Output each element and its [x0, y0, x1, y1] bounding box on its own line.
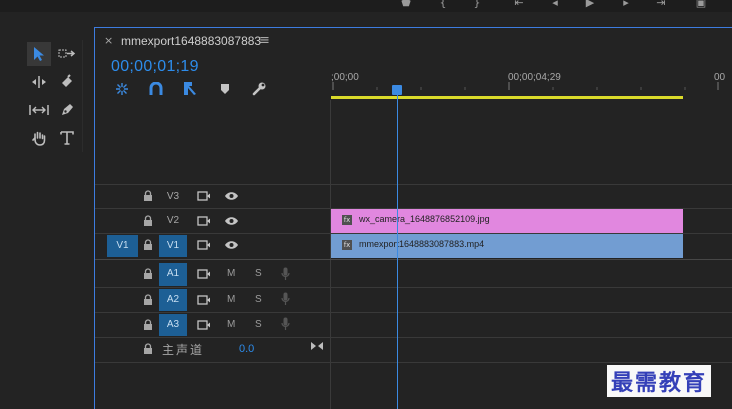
lock-icon[interactable] [143, 319, 153, 331]
panel-menu-icon[interactable]: ≡ [259, 33, 270, 48]
microphone-icon[interactable] [281, 317, 290, 331]
go-to-master-icon[interactable] [310, 341, 324, 351]
eye-icon[interactable] [224, 240, 239, 250]
type-tool[interactable] [55, 126, 79, 150]
clip-name: mmexport1648883087883.mp4 [359, 239, 485, 249]
lock-icon[interactable] [143, 215, 153, 227]
slip-tool[interactable] [27, 98, 51, 122]
hand-tool[interactable] [27, 126, 51, 150]
mark-in-icon[interactable]: { [436, 0, 450, 10]
lock-icon[interactable] [143, 239, 153, 251]
microphone-icon[interactable] [281, 267, 290, 281]
nest-icon[interactable] [115, 82, 129, 96]
linked-selection-icon[interactable] [183, 81, 199, 96]
track-target-a1[interactable]: A1 [159, 263, 187, 286]
eye-icon[interactable] [224, 191, 239, 201]
playhead-timecode[interactable]: 00;00;01;19 [111, 58, 199, 76]
tools-panel [22, 40, 83, 152]
program-monitor-controls: ⬟ { } ⇤ ◂ ▶ ▸ ⇥ ▣ [0, 0, 732, 12]
solo-button[interactable]: S [255, 289, 262, 311]
razor-icon [62, 74, 72, 87]
row-divider [95, 337, 732, 338]
video-audio-divider [95, 259, 732, 260]
track-label-v3[interactable]: V3 [161, 186, 185, 208]
sync-lock-icon[interactable] [197, 216, 211, 226]
watermark: 最需教育 [607, 365, 712, 397]
lock-icon[interactable] [143, 294, 153, 306]
sync-lock-icon[interactable] [197, 295, 211, 305]
ripple-edit-icon [32, 76, 46, 88]
selection-tool[interactable] [27, 42, 51, 66]
razor-tool[interactable] [55, 70, 79, 94]
row-divider [95, 287, 732, 288]
sequence-tab-title[interactable]: mmexport1648883087883 [121, 34, 261, 48]
clip-mmexport[interactable]: fx mmexport1648883087883.mp4 [331, 234, 683, 258]
row-divider [95, 184, 732, 185]
track-select-icon [58, 49, 76, 58]
mute-button[interactable]: M [227, 289, 235, 311]
go-to-in-icon[interactable]: ⇤ [512, 0, 526, 10]
hand-icon [32, 131, 46, 146]
fx-badge-icon: fx [342, 240, 352, 250]
ripple-edit-tool[interactable] [27, 70, 51, 94]
sync-lock-icon[interactable] [197, 269, 211, 279]
track-target-a2[interactable]: A2 [159, 289, 187, 311]
solo-button[interactable]: S [255, 314, 262, 336]
mute-button[interactable]: M [227, 314, 235, 336]
close-tab-button[interactable]: × [104, 34, 113, 47]
export-frame-icon[interactable]: ▣ [694, 0, 708, 10]
track-target-v1[interactable]: V1 [159, 235, 187, 257]
play-icon[interactable]: ▶ [583, 0, 597, 10]
sync-lock-icon[interactable] [197, 191, 211, 201]
slip-icon [29, 105, 49, 115]
lock-icon[interactable] [143, 190, 153, 202]
sync-lock-icon[interactable] [197, 240, 211, 250]
track-select-forward-tool[interactable] [55, 42, 79, 66]
step-forward-icon[interactable]: ▸ [619, 0, 633, 10]
lock-icon[interactable] [143, 268, 153, 280]
playhead-handle[interactable] [392, 85, 402, 95]
step-back-icon[interactable]: ◂ [548, 0, 562, 10]
sync-lock-icon[interactable] [197, 320, 211, 330]
pen-icon [62, 104, 73, 115]
work-area-bar[interactable] [331, 96, 683, 99]
playhead-line[interactable] [397, 90, 398, 409]
master-track-label: 主声道 [162, 343, 205, 357]
eye-icon[interactable] [224, 216, 239, 226]
clip-wx-camera[interactable]: fx wx_camera_1648876852109.jpg [331, 209, 683, 233]
master-volume-value[interactable]: 0.0 [239, 343, 254, 355]
mark-out-icon[interactable]: } [470, 0, 484, 10]
add-marker-icon[interactable] [219, 83, 231, 95]
lock-icon[interactable] [143, 343, 153, 355]
marker-icon[interactable]: ⬟ [399, 0, 413, 10]
type-icon [60, 131, 74, 145]
wrench-icon[interactable] [252, 81, 267, 96]
track-target-a3[interactable]: A3 [159, 314, 187, 336]
track-label-v2[interactable]: V2 [161, 210, 185, 232]
solo-button[interactable]: S [255, 263, 262, 285]
row-divider [95, 312, 732, 313]
clip-name: wx_camera_1648876852109.jpg [359, 214, 490, 224]
row-divider [95, 362, 732, 363]
fx-badge-icon: fx [342, 215, 352, 225]
selection-arrow-icon [34, 47, 44, 61]
snap-icon[interactable] [149, 82, 163, 96]
mute-button[interactable]: M [227, 263, 235, 285]
microphone-icon[interactable] [281, 292, 290, 306]
go-to-out-icon[interactable]: ⇥ [654, 0, 668, 10]
source-patch-v1[interactable]: V1 [107, 235, 138, 257]
pen-tool[interactable] [55, 98, 79, 122]
